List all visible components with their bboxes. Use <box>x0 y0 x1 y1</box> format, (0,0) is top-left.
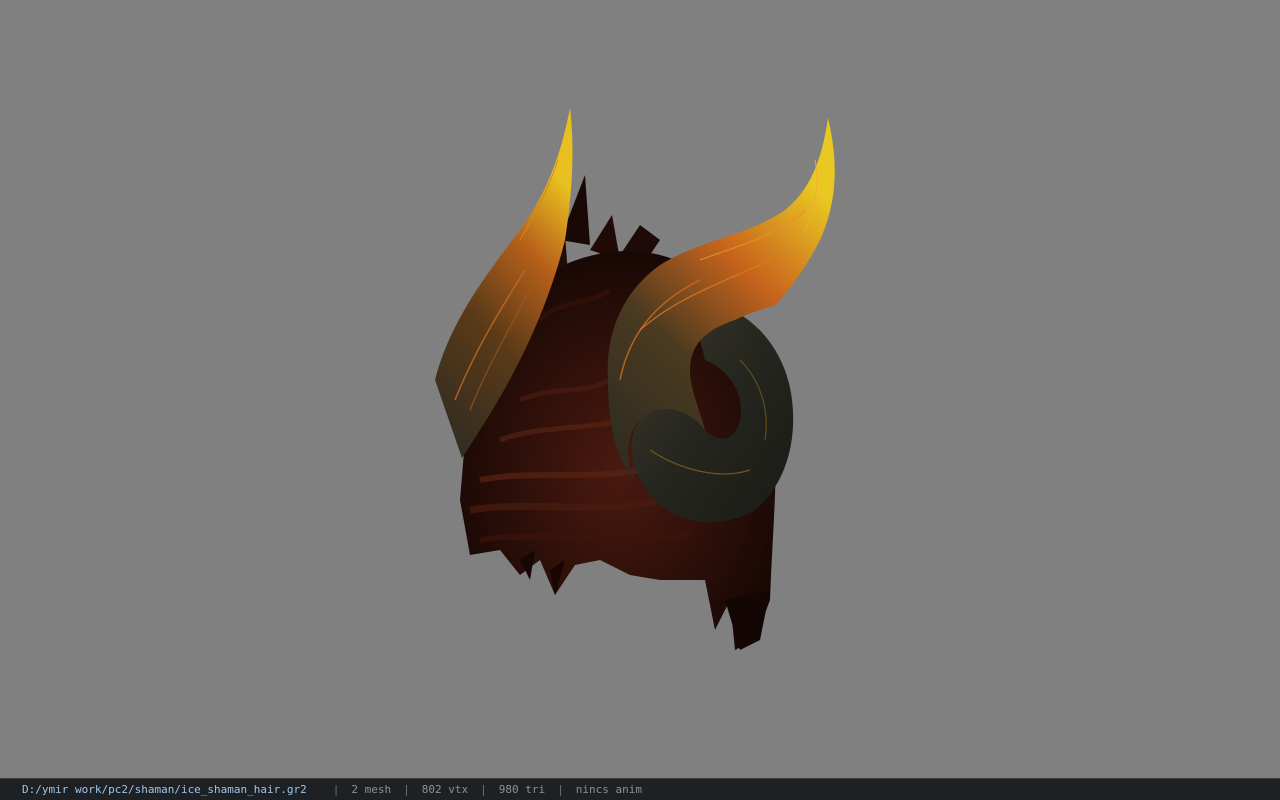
3d-viewport[interactable] <box>0 0 1280 778</box>
vertex-count-label: 802 vtx <box>421 783 469 796</box>
status-bar: D:/ymir work/pc2/shaman/ice_shaman_hair.… <box>0 778 1280 800</box>
model-render <box>435 108 835 650</box>
separator: | <box>403 783 410 796</box>
mesh-count-label: 2 mesh <box>351 783 392 796</box>
file-path-label: D:/ymir work/pc2/shaman/ice_shaman_hair.… <box>22 783 307 796</box>
separator: | <box>480 783 487 796</box>
separator: | <box>557 783 564 796</box>
right-horn <box>607 118 835 523</box>
separator: | <box>332 783 340 796</box>
animation-status-label: nincs anim <box>575 783 642 796</box>
triangle-count-label: 980 tri <box>498 783 546 796</box>
